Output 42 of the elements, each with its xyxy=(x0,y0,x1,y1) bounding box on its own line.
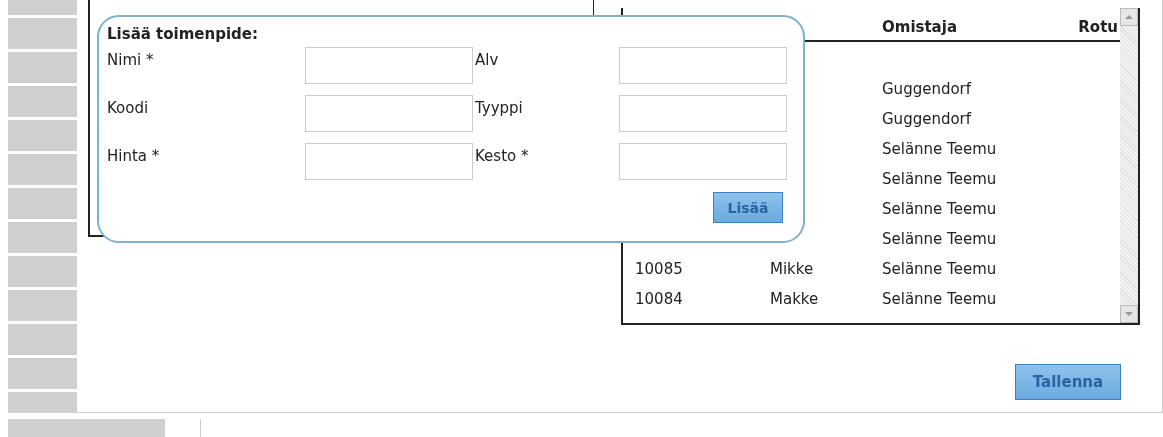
input-field[interactable] xyxy=(619,95,787,132)
input-field[interactable] xyxy=(619,143,787,180)
sidebar-item[interactable] xyxy=(8,0,77,15)
field-label: Nimi * xyxy=(107,50,155,69)
table-cell-text: Selänne Teemu xyxy=(882,289,998,310)
input-field[interactable] xyxy=(305,47,473,84)
sidebar-item[interactable] xyxy=(8,358,77,389)
sidebar-item[interactable] xyxy=(8,324,77,355)
table-cell-text: Guggendorf xyxy=(882,109,973,130)
table-cell-text: Guggendorf xyxy=(882,79,973,100)
column-header[interactable]: Omistaja xyxy=(882,14,957,40)
table-cell-text: 10085 xyxy=(635,259,684,280)
column-header[interactable]: Rotu xyxy=(1078,14,1120,40)
table-cell-text: 10084 xyxy=(635,289,684,310)
field-label: Hinta * xyxy=(107,146,161,165)
sidebar-item[interactable] xyxy=(8,290,77,321)
scroll-up-icon[interactable] xyxy=(1120,8,1138,26)
sidebar-item[interactable] xyxy=(8,222,77,253)
input-field[interactable] xyxy=(619,47,787,84)
input-field[interactable] xyxy=(305,95,473,132)
input-field[interactable] xyxy=(305,143,473,180)
sidebar-item[interactable] xyxy=(8,154,77,185)
sidebar-item[interactable] xyxy=(8,256,77,287)
field-label: Koodi xyxy=(107,98,150,117)
table-cell-text: Mikke xyxy=(770,259,815,280)
table-cell-text: Selänne Teemu xyxy=(882,259,998,280)
dialog-title: Lisää toimenpide: xyxy=(107,25,259,43)
table-cell-text: Selänne Teemu xyxy=(882,139,998,160)
table-cell-text: Selänne Teemu xyxy=(882,169,998,190)
sidebar-item[interactable] xyxy=(8,18,77,49)
sidebar-item[interactable] xyxy=(8,52,77,83)
sidebar-item[interactable] xyxy=(8,86,77,117)
table-cell-text: Makke xyxy=(770,289,820,310)
scroll-down-icon[interactable] xyxy=(1120,305,1138,323)
field-label: Alv xyxy=(475,50,500,69)
table-cell-text: Selänne Teemu xyxy=(882,229,998,250)
table-cell-text: Selänne Teemu xyxy=(882,199,998,220)
scrollbar[interactable] xyxy=(1120,8,1138,323)
field-label: Kesto * xyxy=(475,146,530,165)
field-label: Tyyppi xyxy=(475,98,524,117)
sidebar-item[interactable] xyxy=(8,120,77,151)
sidebar-item[interactable] xyxy=(8,188,77,219)
